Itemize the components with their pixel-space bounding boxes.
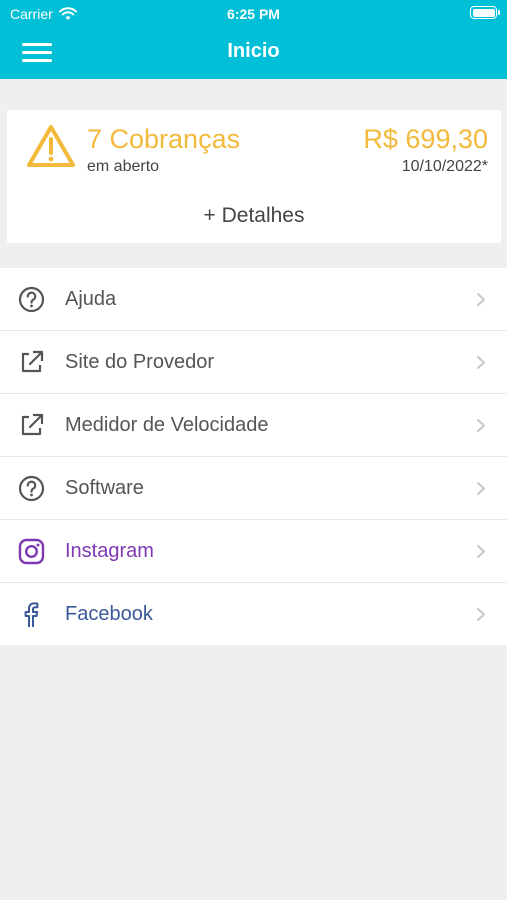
battery-icon	[470, 6, 500, 19]
menu-item-label: Ajuda	[65, 288, 117, 310]
page-title: Inicio	[227, 40, 280, 62]
app-header: Carrier 6:25 PM Inicio	[0, 0, 507, 79]
external-link-icon	[21, 413, 44, 436]
question-circle-icon	[18, 475, 45, 502]
menu-item-label: Medidor de Velocidade	[65, 414, 269, 436]
menu-item-software[interactable]: Software	[0, 457, 507, 520]
status-bar: Carrier 6:25 PM	[0, 0, 507, 28]
facebook-icon	[24, 602, 39, 627]
nav-bar: Inicio	[0, 28, 507, 79]
chevron-right-icon	[477, 482, 485, 495]
details-button[interactable]: + Detalhes	[7, 204, 501, 228]
due-date: 10/10/2022*	[401, 158, 488, 175]
menu-item-instagram[interactable]: Instagram	[0, 520, 507, 583]
instagram-icon	[18, 538, 45, 565]
chevron-right-icon	[477, 293, 485, 306]
menu-item-facebook[interactable]: Facebook	[0, 583, 507, 645]
external-link-icon	[21, 350, 44, 373]
status-time: 6:25 PM	[227, 6, 280, 22]
open-charges-card: 7 Cobranças em aberto R$ 699,30 10/10/20…	[7, 110, 501, 243]
charges-amount: R$ 699,30	[363, 124, 488, 154]
menu-item-ajuda[interactable]: Ajuda	[0, 268, 507, 331]
menu-item-medidor-de-velocidade[interactable]: Medidor de Velocidade	[0, 394, 507, 457]
menu-item-label: Software	[65, 477, 144, 499]
chevron-right-icon	[477, 545, 485, 558]
menu-item-site-do-provedor[interactable]: Site do Provedor	[0, 331, 507, 394]
menu-item-label: Facebook	[65, 603, 153, 625]
chevron-right-icon	[477, 356, 485, 369]
menu-list: Ajuda Site do Provedor Medidor de Veloci…	[0, 268, 507, 645]
warning-triangle-icon	[27, 125, 75, 167]
charges-subtitle: em aberto	[87, 158, 160, 175]
menu-item-label: Instagram	[65, 540, 154, 562]
chevron-right-icon	[477, 608, 485, 621]
charges-count: 7 Cobranças	[87, 124, 241, 154]
menu-item-label: Site do Provedor	[65, 351, 214, 373]
question-circle-icon	[18, 286, 45, 313]
chevron-right-icon	[477, 419, 485, 432]
